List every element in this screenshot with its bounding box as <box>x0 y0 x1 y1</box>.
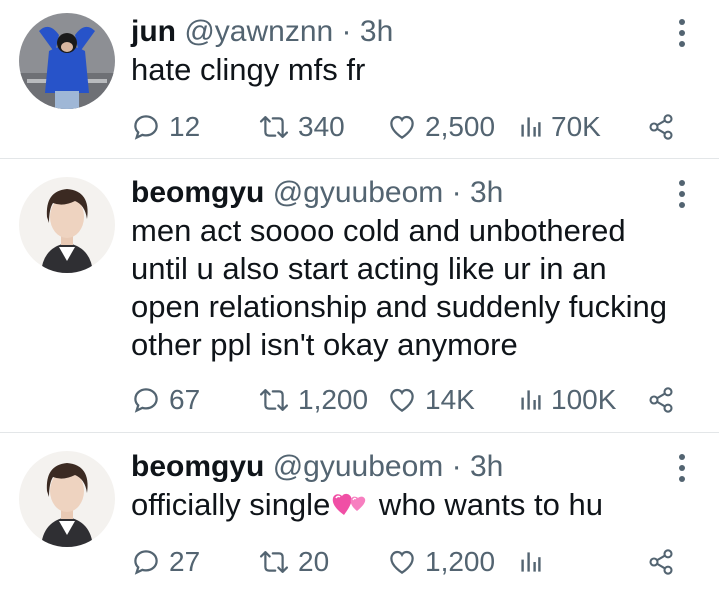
retweet-count: 1,200 <box>298 384 369 415</box>
separator: · <box>341 15 352 48</box>
tweet-text: officially single who wants to hu <box>131 486 711 528</box>
reply-count: 67 <box>169 384 201 415</box>
views-button[interactable]: 100K <box>519 380 616 420</box>
separator: · <box>451 450 462 483</box>
retweet-count: 340 <box>298 111 345 142</box>
tweet-header: beomgyu @gyuubeom · 3h <box>131 449 503 485</box>
tweet-actions: 12 340 2,500 70K <box>131 107 691 147</box>
retweet-button[interactable]: 1,200 <box>258 380 368 420</box>
display-name[interactable]: beomgyu <box>131 450 264 483</box>
share-button[interactable] <box>647 107 675 147</box>
display-name[interactable]: beomgyu <box>131 176 264 209</box>
share-button[interactable] <box>647 380 675 420</box>
more-options-icon[interactable] <box>672 177 692 211</box>
tweet-text-line: until u also start acting like ur in an <box>131 251 607 286</box>
tweet-header: jun @yawnznn · 3h <box>131 14 393 50</box>
reply-button[interactable]: 67 <box>131 380 200 420</box>
tweet-text: men act soooo cold and unbothered until … <box>131 212 711 364</box>
heart-icon <box>390 550 414 574</box>
user-handle[interactable]: @gyuubeom <box>273 176 444 209</box>
more-options-icon[interactable] <box>672 16 692 50</box>
heart-icon <box>390 388 414 412</box>
reply-count: 12 <box>169 111 201 142</box>
retweet-icon <box>259 551 289 573</box>
more-options-icon[interactable] <box>672 451 692 485</box>
tweet-actions: 67 1,200 14K 100K <box>131 380 691 420</box>
tweet-2[interactable]: beomgyu @gyuubeom · 3h men act soooo col… <box>0 159 719 432</box>
views-icon <box>521 117 541 137</box>
views-icon <box>521 552 541 572</box>
reply-button[interactable]: 12 <box>131 107 200 147</box>
avatar-beomgyu[interactable] <box>19 177 115 273</box>
avatar-beomgyu[interactable] <box>19 451 115 547</box>
reply-icon <box>134 388 158 413</box>
tweet-1[interactable]: jun @yawnznn · 3h hate clingy mfs fr 12 … <box>0 0 719 158</box>
user-handle[interactable]: @yawnznn <box>184 15 333 48</box>
like-count: 2,500 <box>425 111 496 142</box>
avatar-jun[interactable] <box>19 13 115 109</box>
views-button[interactable]: 70K <box>519 107 601 147</box>
heart-icon <box>390 115 414 139</box>
views-count: 100K <box>551 384 617 415</box>
timestamp[interactable]: 3h <box>470 450 503 483</box>
like-button[interactable]: 2,500 <box>387 107 495 147</box>
tweet-header: beomgyu @gyuubeom · 3h <box>131 175 503 211</box>
tweet-text-line: hate clingy mfs fr <box>131 52 366 87</box>
share-button[interactable] <box>647 542 675 582</box>
retweet-button[interactable]: 340 <box>258 107 345 147</box>
like-button[interactable]: 1,200 <box>387 542 495 582</box>
views-icon <box>521 390 541 410</box>
share-icon <box>649 549 673 575</box>
tweet-text-line: men act soooo cold and unbothered <box>131 213 626 248</box>
tweet-text-line: other ppl isn't okay anymore <box>131 327 518 362</box>
retweet-icon <box>259 116 289 138</box>
like-count: 14K <box>425 384 475 415</box>
two-hearts-emoji <box>330 489 370 528</box>
tweet-actions: 27 20 1,200 <box>131 542 691 582</box>
reply-count: 27 <box>169 546 201 577</box>
user-handle[interactable]: @gyuubeom <box>273 450 444 483</box>
display-name[interactable]: jun <box>131 15 176 48</box>
tweet-text-line: open relationship and suddenly fucking <box>131 289 667 324</box>
tweet-text-end: who wants to hu <box>370 487 603 522</box>
separator: · <box>451 176 462 209</box>
like-count: 1,200 <box>425 546 496 577</box>
like-button[interactable]: 14K <box>387 380 475 420</box>
reply-button[interactable]: 27 <box>131 542 200 582</box>
tweet-text: hate clingy mfs fr <box>131 51 711 89</box>
retweet-button[interactable]: 20 <box>258 542 329 582</box>
views-count: 70K <box>551 111 601 142</box>
retweet-count: 20 <box>298 546 330 577</box>
reply-icon <box>134 550 158 575</box>
tweet-text-start: officially single <box>131 487 331 522</box>
tweet-3[interactable]: beomgyu @gyuubeom · 3h officially single… <box>0 433 719 590</box>
timestamp[interactable]: 3h <box>360 15 393 48</box>
views-button[interactable] <box>519 542 551 582</box>
timestamp[interactable]: 3h <box>470 176 503 209</box>
share-icon <box>649 387 673 413</box>
retweet-icon <box>259 389 289 411</box>
reply-icon <box>134 115 158 140</box>
share-icon <box>649 114 673 140</box>
